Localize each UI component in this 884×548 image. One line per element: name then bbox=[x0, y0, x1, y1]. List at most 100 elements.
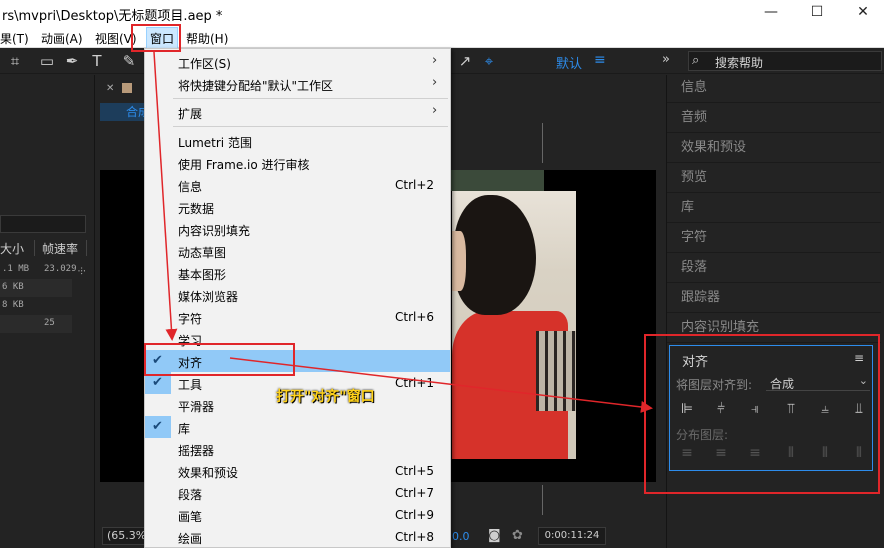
project-search-input[interactable] bbox=[0, 215, 86, 233]
panel-preview[interactable]: 预览 bbox=[667, 165, 881, 193]
menu-item-label: 动态草图 bbox=[178, 246, 227, 260]
menu-item-frameio-review[interactable]: 使用 Frame.io 进行审核 bbox=[145, 152, 450, 174]
project-row[interactable]: 8 KB bbox=[0, 297, 72, 315]
anchor-tool-icon[interactable]: ⌗ bbox=[6, 52, 24, 70]
column-fps[interactable]: 帧速率 bbox=[42, 240, 78, 257]
panel-info[interactable]: 信息 bbox=[667, 75, 881, 103]
menu-item-paragraph[interactable]: 段落 Ctrl+7 bbox=[145, 482, 450, 504]
workspace-label[interactable]: 默认 bbox=[556, 53, 582, 72]
network-icon: ⸭ bbox=[78, 267, 86, 277]
maximize-button[interactable]: ☐ bbox=[808, 3, 826, 21]
menu-item-motion-sketch[interactable]: 动态草图 bbox=[145, 240, 450, 262]
image-face bbox=[452, 231, 466, 291]
panel-library[interactable]: 库 bbox=[667, 195, 881, 223]
comp-color-swatch bbox=[122, 83, 132, 93]
menu-item-label: 工作区(S) bbox=[178, 57, 231, 71]
menu-item-paint[interactable]: 绘画 Ctrl+8 bbox=[145, 526, 450, 548]
rectangle-tool-icon[interactable]: ▭ bbox=[38, 52, 56, 70]
annotation-box-window-menu bbox=[131, 24, 181, 52]
zoom-select[interactable]: (65.3% bbox=[102, 527, 146, 545]
snapshot-icon[interactable]: ◙ bbox=[488, 528, 501, 543]
project-row[interactable]: .1 MB 23.029 bbox=[0, 261, 77, 279]
window-menu-dropdown: 工作区(S) › 将快捷键分配给"默认"工作区 › 扩展 › Lumetri 范… bbox=[144, 48, 451, 548]
image-hair bbox=[454, 195, 536, 315]
annotation-box-align-panel bbox=[644, 334, 880, 494]
column-divider bbox=[34, 240, 35, 256]
menu-item-media-browser[interactable]: 媒体浏览器 bbox=[145, 284, 450, 306]
menu-separator bbox=[173, 126, 448, 127]
menu-item-wiggler[interactable]: 摇摆器 bbox=[145, 438, 450, 460]
menu-item-label: 基本图形 bbox=[178, 268, 227, 282]
menu-item-label: 扩展 bbox=[178, 107, 203, 121]
row-fps: 25 bbox=[44, 318, 55, 328]
pin-tool-icon[interactable]: ↗ bbox=[456, 52, 474, 70]
pen-tool-icon[interactable]: ✒ bbox=[63, 52, 81, 70]
menu-item-workspace[interactable]: 工作区(S) › bbox=[145, 51, 450, 73]
menu-item-label: 工具 bbox=[178, 378, 203, 392]
time-marker bbox=[542, 485, 543, 515]
panel-character[interactable]: 字符 bbox=[667, 225, 881, 253]
row-size: .1 MB bbox=[2, 264, 30, 274]
panel-audio[interactable]: 音频 bbox=[667, 105, 881, 133]
tab-composition[interactable]: 合成 bbox=[100, 103, 150, 121]
panel-effects-presets[interactable]: 效果和预设 bbox=[667, 135, 881, 163]
menu-item-lumetri-scopes[interactable]: Lumetri 范围 bbox=[145, 130, 450, 152]
minimize-button[interactable]: — bbox=[762, 3, 780, 21]
menu-item-label: 媒体浏览器 bbox=[178, 290, 239, 304]
menu-item-effects-presets[interactable]: 效果和预设 Ctrl+5 bbox=[145, 460, 450, 482]
menu-help[interactable]: 帮助(H) bbox=[186, 30, 228, 47]
text-tool-icon[interactable]: T bbox=[88, 52, 106, 70]
time-marker bbox=[542, 123, 543, 163]
image-railing bbox=[536, 331, 576, 411]
menu-item-extensions[interactable]: 扩展 › bbox=[145, 101, 450, 123]
close-button[interactable]: ✕ bbox=[854, 3, 872, 21]
brush-tool-icon[interactable]: ✎ bbox=[120, 52, 138, 70]
menu-item-label: 平滑器 bbox=[178, 400, 215, 414]
menu-item-shortcut: Ctrl+6 bbox=[395, 310, 435, 324]
menu-animation[interactable]: 动画(A) bbox=[41, 30, 83, 47]
menu-item-label: 信息 bbox=[178, 180, 203, 194]
menu-item-assign-shortcuts[interactable]: 将快捷键分配给"默认"工作区 › bbox=[145, 73, 450, 95]
menu-item-brushes[interactable]: 画笔 Ctrl+9 bbox=[145, 504, 450, 526]
menu-item-shortcut: Ctrl+9 bbox=[395, 508, 435, 522]
menu-item-label: 库 bbox=[178, 422, 191, 436]
menu-item-essential-graphics[interactable]: 基本图形 bbox=[145, 262, 450, 284]
annotation-label: 打开"对齐"窗口 bbox=[276, 389, 375, 405]
workspace-more-icon[interactable]: » bbox=[662, 52, 670, 67]
close-tab-icon[interactable]: ✕ bbox=[106, 83, 114, 94]
footage-image[interactable] bbox=[452, 191, 576, 459]
row-size: 6 KB bbox=[2, 282, 24, 292]
menu-item-label: 使用 Frame.io 进行审核 bbox=[178, 158, 310, 172]
menu-item-label: 效果和预设 bbox=[178, 466, 239, 480]
menu-item-shortcut: Ctrl+7 bbox=[395, 486, 435, 500]
workspace-menu-icon[interactable]: ≡ bbox=[594, 52, 606, 68]
timecode-field[interactable]: 0:00:11:24 bbox=[538, 527, 606, 545]
menu-item-label: 画笔 bbox=[178, 510, 203, 524]
search-placeholder: 搜索帮助 bbox=[715, 56, 764, 70]
help-search-input[interactable]: ⌕ 搜索帮助 bbox=[688, 51, 882, 71]
title-bar: rs\mvpri\Desktop\无标题项目.aep * — ☐ ✕ bbox=[0, 0, 884, 26]
row-size: 8 KB bbox=[2, 300, 24, 310]
panel-paragraph[interactable]: 段落 bbox=[667, 255, 881, 283]
menu-item-metadata[interactable]: 元数据 bbox=[145, 196, 450, 218]
footage-layer-strip bbox=[448, 170, 544, 191]
color-picker-icon[interactable]: ✿ bbox=[512, 528, 523, 543]
menu-item-info[interactable]: 信息 Ctrl+2 bbox=[145, 174, 450, 196]
menu-item-label: Lumetri 范围 bbox=[178, 136, 252, 150]
menu-item-shortcut: Ctrl+8 bbox=[395, 530, 435, 544]
menu-item-libraries[interactable]: ✔ 库 bbox=[145, 416, 450, 438]
submenu-arrow-icon: › bbox=[432, 53, 438, 68]
menu-item-content-aware-fill[interactable]: 内容识别填充 bbox=[145, 218, 450, 240]
window-title: rs\mvpri\Desktop\无标题项目.aep * bbox=[2, 9, 223, 24]
row-fps: 23.029 bbox=[44, 264, 77, 274]
snap-icon[interactable]: ⌖ bbox=[480, 52, 498, 70]
project-row[interactable]: 25 bbox=[0, 315, 72, 333]
menu-effect[interactable]: 果(T) bbox=[0, 30, 29, 47]
menu-item-character[interactable]: 字符 Ctrl+6 bbox=[145, 306, 450, 328]
project-row[interactable]: 6 KB bbox=[0, 279, 72, 297]
column-size[interactable]: 大小 bbox=[0, 240, 24, 257]
panel-tracker[interactable]: 跟踪器 bbox=[667, 285, 881, 313]
menu-item-label: 内容识别填充 bbox=[178, 224, 251, 238]
menu-item-shortcut: Ctrl+5 bbox=[395, 464, 435, 478]
time-fragment: 0.0 bbox=[452, 530, 470, 543]
